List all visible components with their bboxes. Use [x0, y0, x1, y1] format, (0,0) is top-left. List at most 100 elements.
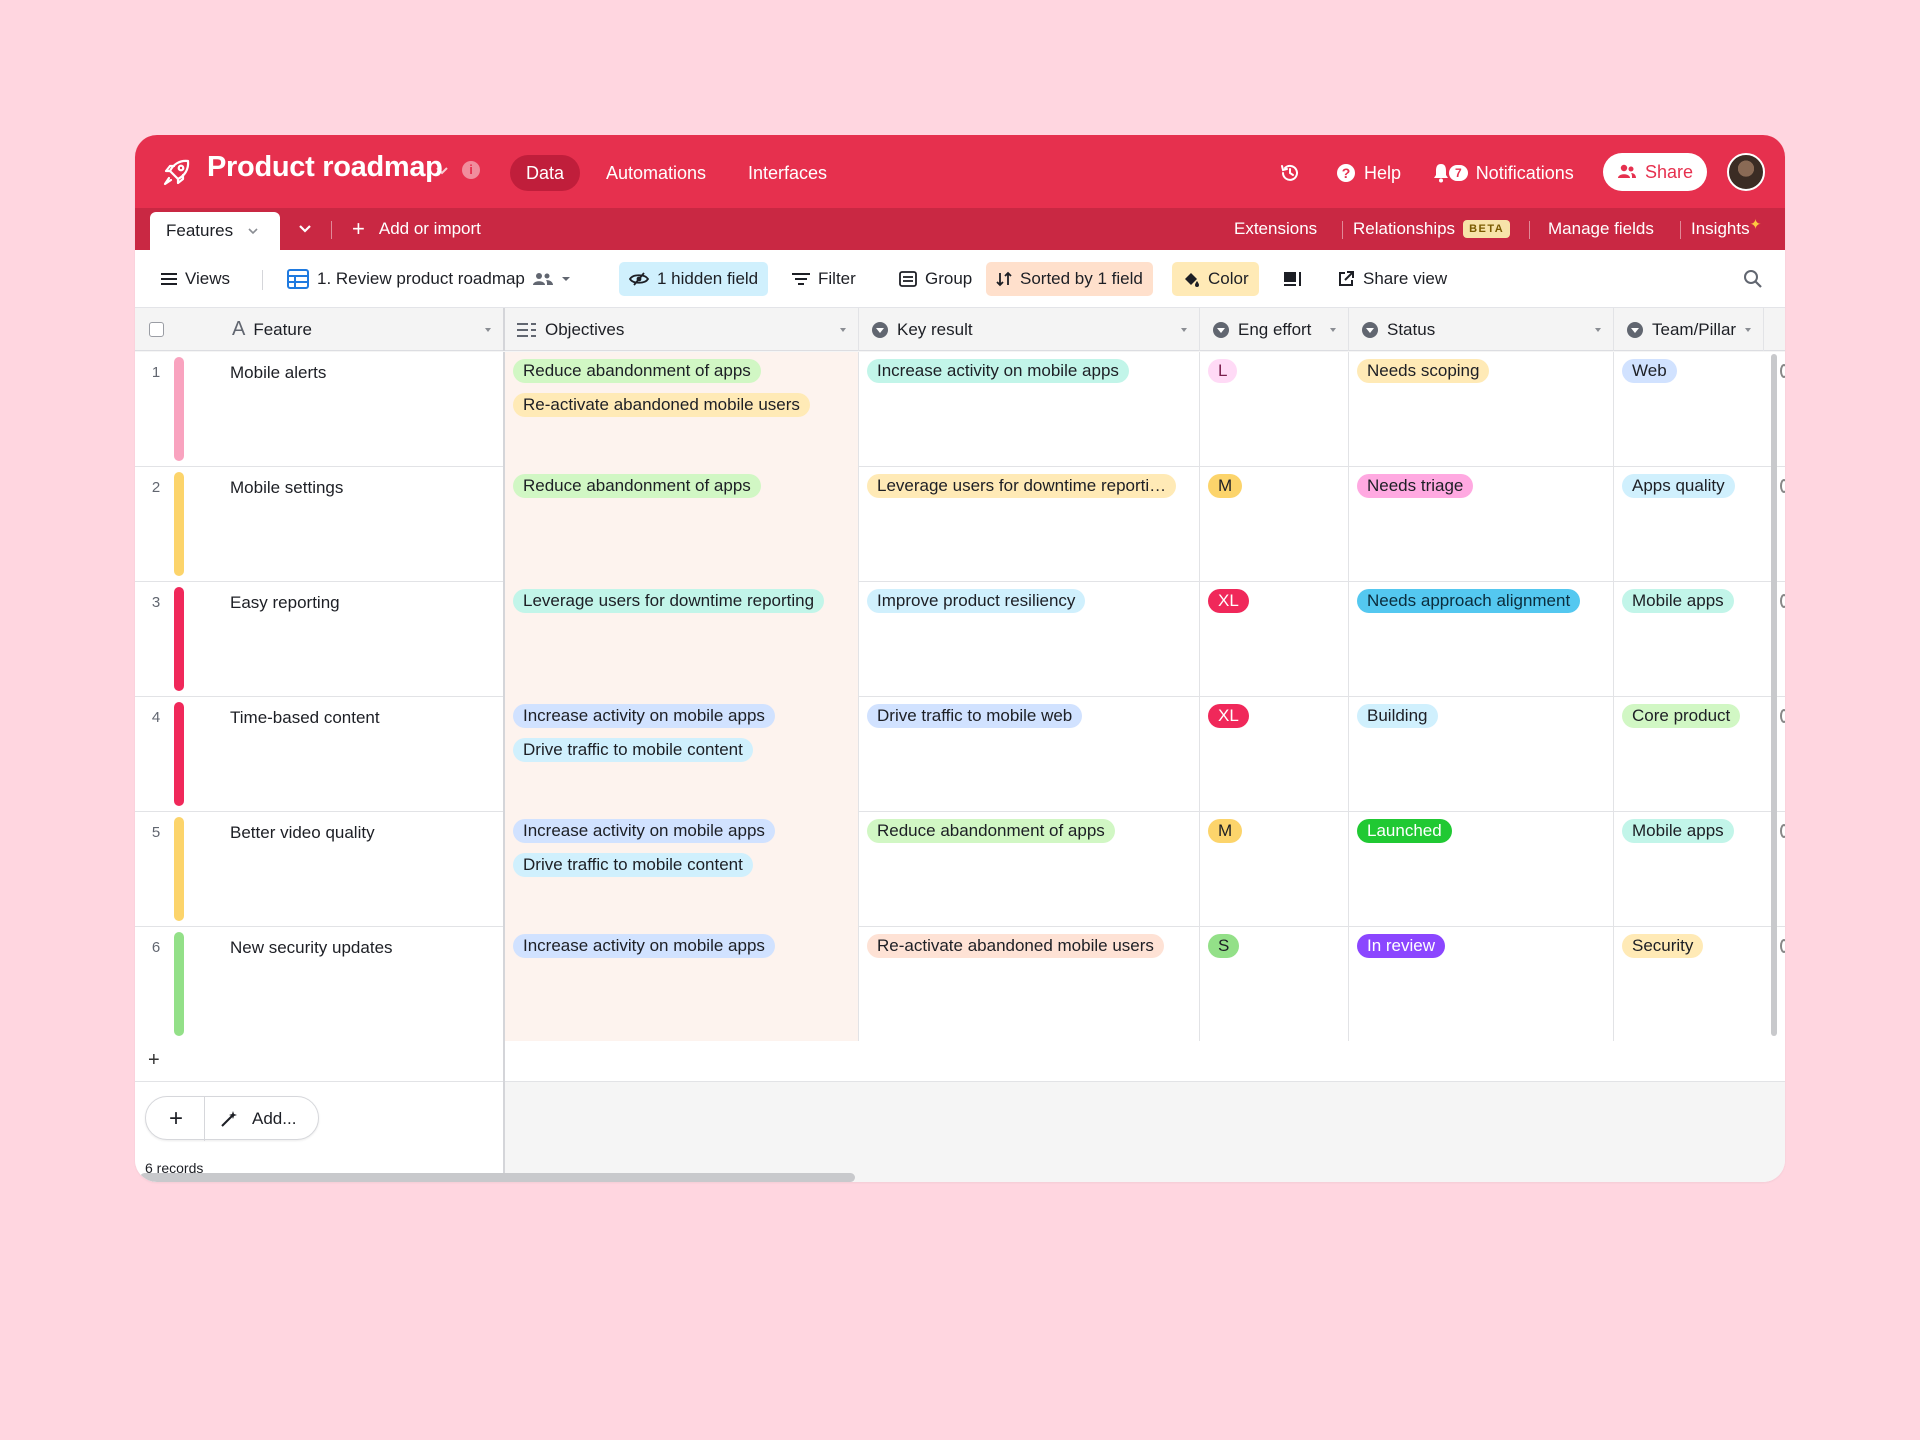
objective-chip: Reduce abandonment of apps [513, 359, 761, 383]
chevron-down-icon[interactable] [434, 162, 450, 178]
group-button[interactable]: Group [889, 262, 982, 296]
table-row[interactable]: 3 Easy reporting Leverage users for downti… [135, 582, 1785, 697]
eng-effort-cell[interactable]: XL [1200, 697, 1349, 812]
team-pillar-cell[interactable]: Web [1614, 352, 1785, 467]
objectives-cell[interactable]: Reduce abandonment of apps Re-activate ab… [505, 352, 859, 467]
primary-cell[interactable]: 3 Easy reporting [135, 582, 505, 697]
search-button[interactable] [1733, 262, 1773, 296]
add-or-import-button[interactable]: + Add or import [352, 208, 481, 250]
help-button[interactable]: ? Help [1336, 157, 1401, 189]
team-pillar-cell[interactable]: Core product [1614, 697, 1785, 812]
objectives-cell[interactable]: Increase activity on mobile apps Drive tr… [505, 812, 859, 927]
base-title[interactable]: Product roadmap [207, 151, 443, 184]
share-button[interactable]: Share [1603, 153, 1707, 191]
status-cell[interactable]: Needs scoping [1349, 352, 1614, 467]
magic-wand-icon[interactable] [220, 1110, 238, 1128]
key-result-cell[interactable]: Reduce abandonment of apps [859, 812, 1200, 927]
tables-dropdown-button[interactable] [297, 208, 313, 250]
table-row[interactable]: 5 Better video quality Increase activity o… [135, 812, 1785, 927]
column-header-status[interactable]: Status [1349, 308, 1614, 351]
key-result-cell[interactable]: Leverage users for downtime reporti… [859, 467, 1200, 582]
primary-cell[interactable]: 1 Mobile alerts [135, 352, 505, 467]
key-result-cell[interactable]: Re-activate abandoned mobile users [859, 927, 1200, 1042]
table-row[interactable]: 1 Mobile alerts Reduce abandonment of apps… [135, 352, 1785, 467]
team-pillar-cell[interactable]: Mobile apps [1614, 812, 1785, 927]
insights-button[interactable]: Insights ✦ [1691, 208, 1761, 250]
text-field-icon: A [232, 318, 246, 340]
status-cell[interactable]: Launched [1349, 812, 1614, 927]
column-header-feature[interactable]: A Feature [220, 308, 505, 351]
manage-fields-button[interactable]: Manage fields [1548, 208, 1654, 250]
objectives-cell[interactable]: Increase activity on mobile apps [505, 927, 859, 1042]
table-tab-features[interactable]: Features [150, 212, 280, 250]
key-result-cell[interactable]: Improve product resiliency [859, 582, 1200, 697]
key-result-cell[interactable]: Drive traffic to mobile web [859, 697, 1200, 812]
add-record-row[interactable]: + [135, 1041, 1785, 1082]
eng-effort-cell[interactable]: L [1200, 352, 1349, 467]
table-row[interactable]: 4 Time-based content Increase activity on … [135, 697, 1785, 812]
objectives-cell[interactable]: Leverage users for downtime reporting [505, 582, 859, 697]
plus-icon[interactable]: + [148, 1049, 160, 1072]
objectives-cell[interactable]: Increase activity on mobile apps Drive tr… [505, 697, 859, 812]
primary-cell[interactable]: 5 Better video quality [135, 812, 505, 927]
status-cell[interactable]: Building [1349, 697, 1614, 812]
hidden-fields-button[interactable]: 1 hidden field [619, 262, 769, 296]
team-pillar-cell[interactable]: Mobile apps [1614, 582, 1785, 697]
eng-effort-cell[interactable]: S [1200, 927, 1349, 1042]
history-button[interactable] [1279, 157, 1301, 189]
sort-button[interactable]: Sorted by 1 field [986, 262, 1153, 296]
key-result-cell[interactable]: Increase activity on mobile apps [859, 352, 1200, 467]
status-cell[interactable]: Needs triage [1349, 467, 1614, 582]
row-color-bar [174, 817, 184, 921]
feature-name[interactable]: Mobile alerts [230, 363, 326, 383]
plus-icon[interactable]: + [169, 1105, 183, 1133]
view-switcher[interactable]: 1. Review product roadmap [277, 262, 581, 296]
plus-icon: + [352, 216, 365, 241]
team-pillar-cell[interactable]: Security [1614, 927, 1785, 1042]
feature-name[interactable]: Mobile settings [230, 478, 343, 498]
tab-interfaces[interactable]: Interfaces [732, 155, 843, 191]
color-button[interactable]: Color [1172, 262, 1259, 296]
add-label[interactable]: Add... [252, 1109, 296, 1129]
objectives-cell[interactable]: Reduce abandonment of apps [505, 467, 859, 582]
status-cell[interactable]: In review [1349, 927, 1614, 1042]
key-result-chip: Drive traffic to mobile web [867, 704, 1083, 728]
menu-icon [161, 273, 177, 285]
feature-name[interactable]: Better video quality [230, 823, 375, 843]
relationships-button[interactable]: Relationships BETA [1353, 208, 1511, 250]
table-row[interactable]: 6 New security updates Increase activity o… [135, 927, 1785, 1042]
column-header-key-result[interactable]: Key result [859, 308, 1200, 351]
eng-effort-cell[interactable]: M [1200, 467, 1349, 582]
info-icon[interactable]: i [462, 161, 480, 179]
eng-effort-cell[interactable]: XL [1200, 582, 1349, 697]
notifications-button[interactable]: 7 Notifications [1433, 157, 1574, 189]
status-cell[interactable]: Needs approach alignment [1349, 582, 1614, 697]
chevron-down-icon[interactable] [247, 225, 259, 237]
table-row[interactable]: 2 Mobile settings Reduce abandonment of ap… [135, 467, 1785, 582]
column-header-objectives[interactable]: Objectives [505, 308, 859, 351]
feature-name[interactable]: Easy reporting [230, 593, 340, 613]
extensions-button[interactable]: Extensions [1234, 208, 1317, 250]
feature-name[interactable]: Time-based content [230, 708, 380, 728]
views-button[interactable]: Views [151, 262, 240, 296]
tab-automations[interactable]: Automations [590, 155, 722, 191]
vertical-scrollbar[interactable] [1771, 354, 1777, 1036]
horizontal-scrollbar[interactable] [140, 1173, 855, 1182]
team-pillar-cell[interactable]: Apps quality [1614, 467, 1785, 582]
eng-effort-cell[interactable]: M [1200, 812, 1349, 927]
primary-cell[interactable]: 4 Time-based content [135, 697, 505, 812]
tab-data[interactable]: Data [510, 155, 581, 191]
share-view-button[interactable]: Share view [1327, 262, 1457, 296]
add-record-cell[interactable]: + [135, 1041, 505, 1082]
primary-cell[interactable]: 2 Mobile settings [135, 467, 505, 582]
column-header-eng-effort[interactable]: Eng effort [1200, 308, 1349, 351]
add-button-group[interactable]: + Add... [145, 1096, 319, 1141]
avatar[interactable] [1727, 153, 1765, 191]
column-header-team-pillar[interactable]: Team/Pillar [1614, 308, 1764, 351]
feature-name[interactable]: New security updates [230, 938, 393, 958]
primary-cell[interactable]: 6 New security updates [135, 927, 505, 1042]
rocket-icon[interactable] [161, 156, 193, 188]
filter-button[interactable]: Filter [782, 262, 866, 296]
select-all-checkbox[interactable] [149, 322, 164, 337]
row-height-button[interactable] [1273, 262, 1313, 296]
